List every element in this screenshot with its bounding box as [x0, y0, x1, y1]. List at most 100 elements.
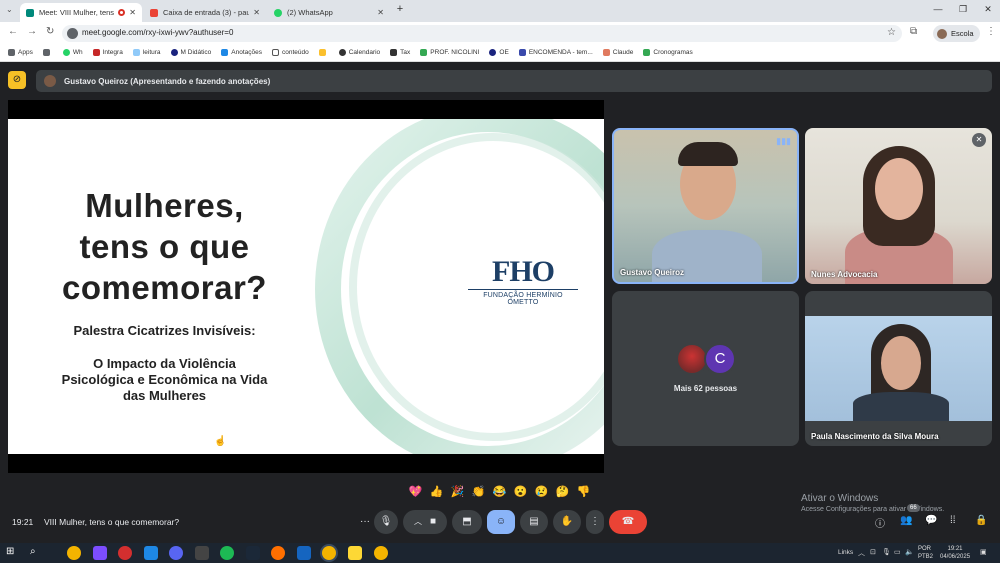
reaction-thumbs-up-button[interactable]: 👍: [426, 485, 447, 498]
people-icon[interactable]: 👥: [900, 515, 912, 526]
more-participants-tile[interactable]: C Mais 62 pessoas: [612, 291, 799, 446]
bookmark-anotacoes[interactable]: Anotações: [221, 49, 262, 56]
chrome-icon[interactable]: [67, 546, 81, 560]
tray-icon[interactable]: ⊡: [870, 548, 876, 556]
drive-icon: [643, 49, 651, 56]
reaction-surprised-button[interactable]: 😮: [510, 485, 531, 498]
bookmark-conteudo[interactable]: conteúdo: [271, 49, 309, 56]
tab-search-icon[interactable]: ⌄: [6, 5, 13, 14]
opera-icon[interactable]: [118, 546, 132, 560]
chevron-up-icon[interactable]: ︿: [858, 548, 865, 558]
discord-icon[interactable]: [169, 546, 183, 560]
bookmark-tax[interactable]: Tax: [390, 49, 410, 56]
reaction-party-button[interactable]: 🎉: [447, 485, 468, 498]
app-icon[interactable]: [93, 546, 107, 560]
raise-hand-button[interactable]: ✋: [553, 510, 581, 534]
minimize-button[interactable]: —: [930, 4, 946, 14]
steam-icon[interactable]: [246, 546, 260, 560]
menu-icon[interactable]: ⋮: [986, 26, 996, 37]
bookmark-apps[interactable]: Apps: [8, 49, 33, 56]
tab-meet[interactable]: Meet: VIII Mulher, tens o q ✕: [20, 3, 142, 22]
app-icon[interactable]: [144, 546, 158, 560]
participant-tile-paula[interactable]: Paula Nascimento da Silva Moura: [805, 291, 992, 446]
slide-title-line: comemorar?: [62, 269, 267, 306]
close-window-button[interactable]: ✕: [980, 4, 996, 15]
bookmark-m-didatico[interactable]: M Didático: [170, 49, 211, 56]
camera-button[interactable]: ︿ ■: [403, 510, 447, 534]
meeting-title: VIII Mulher, tens o que comemorar?: [44, 517, 180, 527]
camera-icon: ■: [429, 516, 437, 527]
epic-icon[interactable]: [195, 546, 209, 560]
apps-grid-icon: [8, 49, 15, 56]
search-icon[interactable]: ⌕: [30, 546, 44, 560]
volume-icon[interactable]: 🔈: [905, 548, 914, 556]
extensions-icon[interactable]: ⧉: [910, 26, 917, 37]
profile-button[interactable]: Escola: [933, 25, 980, 42]
didatico-icon: [170, 49, 178, 56]
captions-button[interactable]: ▤: [520, 510, 548, 534]
more-participants-label: Mais 62 pessoas: [673, 384, 738, 393]
back-icon[interactable]: ←: [8, 26, 18, 37]
chevron-up-icon[interactable]: ︿: [414, 517, 422, 526]
bookmark-calendario[interactable]: Calendario: [338, 49, 380, 56]
forward-icon[interactable]: →: [27, 26, 37, 37]
participant-tile-nunes[interactable]: ✕ Nunes Advocacia: [805, 128, 992, 284]
windows-start-icon[interactable]: ⊞: [6, 546, 20, 560]
present-off-icon[interactable]: ⊘: [8, 71, 26, 89]
tab-whatsapp[interactable]: (2) WhatsApp ✕: [268, 3, 390, 22]
activities-icon[interactable]: ⁞⁞: [950, 515, 956, 526]
folder-icon: [271, 49, 279, 56]
leave-call-button[interactable]: ☎: [609, 510, 647, 534]
restore-button[interactable]: ❐: [955, 4, 971, 15]
bookmark-wh[interactable]: Wh: [62, 49, 83, 56]
more-actions-button[interactable]: ⋮: [586, 510, 604, 534]
chat-icon[interactable]: 💬: [925, 515, 937, 526]
address-bar[interactable]: meet.google.com/rxy-ixwi-ywv?authuser=0 …: [62, 25, 902, 42]
taskbar-clock[interactable]: 19:21 04/06/2025: [940, 545, 970, 561]
spotify-icon[interactable]: [220, 546, 234, 560]
microphone-icon[interactable]: 🎙: [882, 548, 891, 556]
presentation-tile[interactable]: Mulheres, tens o que comemorar? Palestra…: [8, 100, 604, 473]
chrome-icon[interactable]: [374, 546, 388, 560]
reaction-clap-button[interactable]: 👏: [468, 485, 489, 498]
app-icon[interactable]: [271, 546, 285, 560]
sticky-notes-icon[interactable]: [348, 546, 362, 560]
bookmark-oe[interactable]: OE: [489, 49, 509, 56]
bookmark-claude[interactable]: Claude: [602, 49, 633, 56]
mic-button[interactable]: 🎙: [374, 510, 398, 534]
reaction-thumbs-down-button[interactable]: 👎: [573, 485, 594, 498]
reaction-thinking-button[interactable]: 🤔: [552, 485, 573, 498]
bookmark-cronogramas[interactable]: Cronogramas: [643, 49, 693, 56]
reload-icon[interactable]: ↻: [46, 26, 54, 37]
reaction-laugh-button[interactable]: 😂: [489, 485, 510, 498]
bookmark-leitura[interactable]: leitura: [132, 49, 161, 56]
bookmark-encomenda[interactable]: ENCOMENDA - tem...: [518, 49, 593, 56]
tab-gmail[interactable]: Caixa de entrada (3) - paulanas ✕: [144, 3, 266, 22]
speaking-indicator-icon: ▮▮▮: [776, 136, 791, 146]
notifications-icon[interactable]: ▣: [980, 548, 987, 556]
close-tab-icon[interactable]: ✕: [129, 8, 136, 17]
bookmark-star-icon[interactable]: ☆: [887, 27, 896, 38]
app-icon[interactable]: [297, 546, 311, 560]
meeting-info-icon[interactable]: ⓘ: [875, 515, 885, 530]
reaction-heart-button[interactable]: 💖: [405, 485, 426, 498]
chrome-icon[interactable]: [322, 546, 336, 560]
present-button[interactable]: ⬒: [452, 510, 482, 534]
slide-subtitle-line: das Mulheres: [122, 388, 207, 403]
new-tab-button[interactable]: +: [392, 3, 408, 15]
language-indicator[interactable]: POR PTB2: [918, 545, 933, 561]
close-tab-icon[interactable]: ✕: [253, 8, 260, 17]
bookmark-label: Integra: [102, 49, 123, 56]
emoji-button[interactable]: ☺: [487, 510, 515, 534]
network-icon[interactable]: ▭: [894, 548, 901, 556]
close-tab-icon[interactable]: ✕: [377, 8, 384, 17]
bookmark-prof-nicolini[interactable]: PROF. NICOLINI: [420, 49, 479, 56]
reaction-sad-button[interactable]: 😢: [531, 485, 552, 498]
bookmark-yellow[interactable]: [318, 49, 329, 56]
host-controls-icon[interactable]: 🔒: [975, 515, 987, 526]
bookmark-integra[interactable]: Integra: [92, 49, 123, 56]
participant-tile-gustavo[interactable]: ▮▮▮ Gustavo Queiroz: [612, 128, 799, 284]
site-info-icon[interactable]: [67, 28, 78, 39]
taskbar-links[interactable]: Links: [838, 549, 853, 556]
bookmark-grid[interactable]: [42, 49, 53, 56]
